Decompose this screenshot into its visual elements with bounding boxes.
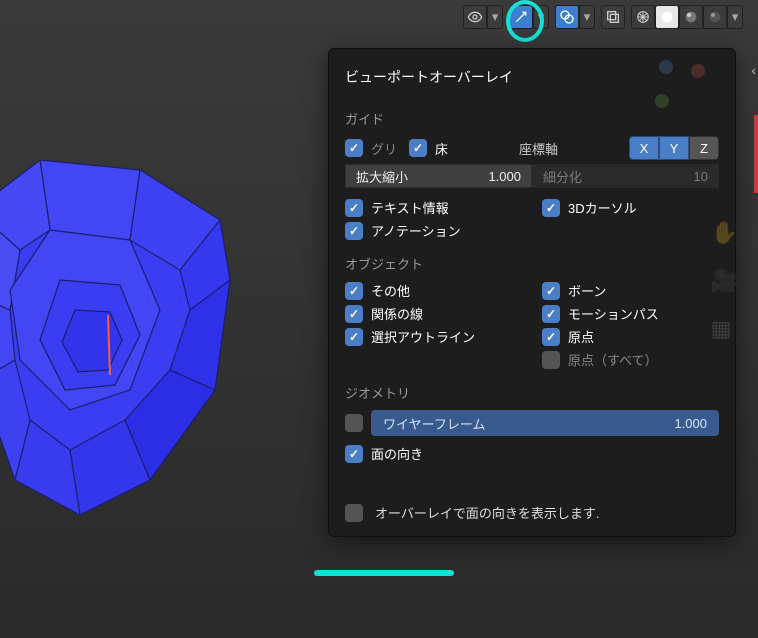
shading-chevron[interactable]: ▾: [727, 5, 743, 29]
cursor-label: 3Dカーソル: [568, 198, 637, 217]
face-orient-checkbox[interactable]: [345, 445, 363, 463]
wireframe-field[interactable]: ワイヤーフレーム 1.000: [371, 410, 719, 436]
textinfo-checkbox[interactable]: [345, 199, 363, 217]
gizmo-toggle-button[interactable]: [509, 5, 533, 29]
scale-value: 1.000: [488, 169, 521, 184]
motion-checkbox[interactable]: [542, 305, 560, 323]
overlay-toggle-button[interactable]: [555, 5, 579, 29]
floor-label: 床: [435, 139, 448, 158]
relation-checkbox[interactable]: [345, 305, 363, 323]
visibility-dropdown[interactable]: [463, 5, 487, 29]
camera-icon[interactable]: 🎥: [711, 268, 738, 294]
extras-label: その他: [371, 281, 410, 300]
motion-label: モーションパス: [568, 304, 659, 323]
overlay-chevron[interactable]: ▾: [579, 5, 595, 29]
grid-checkbox[interactable]: [345, 139, 363, 157]
textinfo-label: テキスト情報: [371, 198, 449, 217]
subdiv-value: 10: [694, 169, 708, 184]
cursor-checkbox[interactable]: [542, 199, 560, 217]
bones-checkbox[interactable]: [542, 282, 560, 300]
annotation-underline: [314, 570, 454, 576]
header-toolbar: ▾ ▾ ▾ ▾: [463, 5, 743, 29]
face-orient-label: 面の向き: [371, 444, 423, 463]
subdiv-label: 細分化: [543, 167, 582, 186]
section-geometry: ジオメトリ: [345, 383, 719, 402]
floor-checkbox[interactable]: [409, 139, 427, 157]
annotations-label: アノテーション: [371, 221, 461, 240]
origin-all-checkbox[interactable]: [542, 351, 560, 369]
right-accent-bar: [754, 115, 758, 193]
shading-render-button[interactable]: [703, 5, 727, 29]
toggle-xray-button[interactable]: [601, 5, 625, 29]
grid-label: グリ: [371, 139, 397, 158]
subdiv-field[interactable]: 細分化 10: [532, 164, 719, 188]
move-icon[interactable]: ✋: [711, 220, 738, 246]
extras-checkbox[interactable]: [345, 282, 363, 300]
shading-solid-button[interactable]: [655, 5, 679, 29]
tooltip-text: オーバーレイで面の向きを表示します.: [375, 503, 599, 522]
overlays-popover: ビューポートオーバーレイ ガイド グリ 床 座標軸 X Y Z 拡大縮小 1.0…: [328, 48, 736, 537]
axes-label: 座標軸: [519, 139, 558, 158]
outline-label: 選択アウトライン: [371, 327, 475, 346]
outline-checkbox[interactable]: [345, 328, 363, 346]
wireframe-label: ワイヤーフレーム: [383, 414, 485, 433]
axis-x-button[interactable]: X: [629, 136, 659, 160]
collapse-caret-icon[interactable]: ‹: [751, 62, 756, 78]
scale-field[interactable]: 拡大縮小 1.000: [345, 164, 532, 188]
wireframe-value: 1.000: [674, 416, 707, 431]
shading-wireframe-button[interactable]: [631, 5, 655, 29]
section-guides: ガイド: [345, 109, 719, 128]
shading-material-button[interactable]: [679, 5, 703, 29]
scale-label: 拡大縮小: [356, 167, 408, 186]
tooltip-checkbox[interactable]: [345, 504, 363, 522]
grid-icon[interactable]: ▦: [711, 316, 738, 342]
bones-label: ボーン: [568, 281, 606, 300]
relation-label: 関係の線: [371, 304, 423, 323]
viewport-mesh: [0, 160, 260, 520]
annotations-checkbox[interactable]: [345, 222, 363, 240]
origin-all-label: 原点（すべて）: [568, 350, 658, 369]
axis-y-button[interactable]: Y: [659, 136, 689, 160]
section-objects: オブジェクト: [345, 254, 719, 273]
axis-z-button[interactable]: Z: [689, 136, 719, 160]
visibility-chevron[interactable]: ▾: [487, 5, 503, 29]
gizmo-chevron[interactable]: ▾: [533, 5, 549, 29]
viewport-side-controls: ✋ 🎥 ▦: [711, 220, 738, 342]
origin-label: 原点: [568, 327, 594, 346]
origin-checkbox[interactable]: [542, 328, 560, 346]
wireframe-checkbox[interactable]: [345, 414, 363, 432]
nav-gizmo[interactable]: [655, 60, 703, 108]
